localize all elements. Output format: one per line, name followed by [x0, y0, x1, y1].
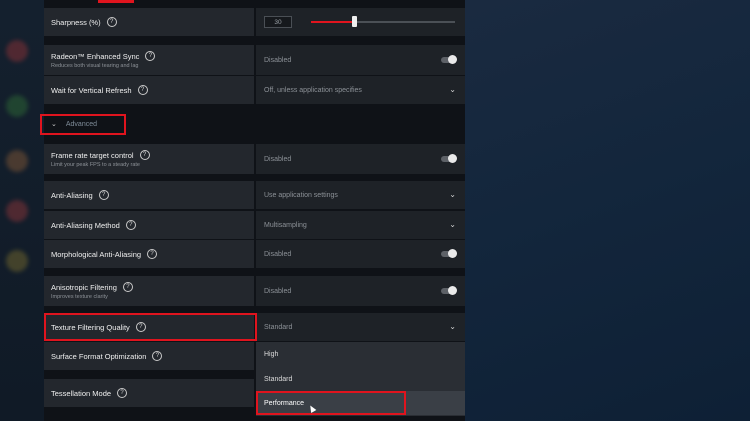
chevron-down-icon[interactable]: ⌄: [449, 86, 456, 94]
setting-row-morphological-aa: Morphological Anti-Aliasing? Disabled: [44, 240, 465, 268]
setting-row-frame-rate-target: Frame rate target control? Limit your pe…: [44, 144, 465, 174]
setting-description: Reduces both visual tearing and lag: [51, 63, 139, 69]
setting-label: Frame rate target control: [51, 150, 134, 160]
dropdown-option-high[interactable]: High: [256, 342, 465, 366]
help-icon[interactable]: ?: [145, 51, 156, 61]
setting-label: Sharpness (%): [51, 17, 101, 27]
setting-label: Anti-Aliasing Method: [51, 220, 120, 230]
chevron-down-icon[interactable]: ⌄: [449, 221, 456, 229]
help-icon[interactable]: ?: [139, 150, 150, 160]
enhanced-sync-toggle[interactable]: [441, 55, 457, 64]
setting-label: Radeon™ Enhanced Sync: [51, 51, 140, 61]
setting-row-aa-method[interactable]: Anti-Aliasing Method? Multisampling ⌄: [44, 211, 465, 239]
setting-row-anti-aliasing[interactable]: Anti-Aliasing? Use application settings ⌄: [44, 181, 465, 209]
setting-label: Tessellation Mode: [51, 388, 112, 398]
help-icon[interactable]: ?: [125, 220, 136, 230]
setting-label: Wait for Vertical Refresh: [51, 85, 132, 95]
morphological-aa-toggle[interactable]: [441, 249, 457, 258]
anisotropic-filtering-toggle[interactable]: [441, 286, 457, 295]
setting-label: Anti-Aliasing: [51, 190, 93, 200]
slider-thumb[interactable]: [352, 16, 358, 27]
setting-label: Morphological Anti-Aliasing: [51, 249, 142, 259]
chevron-down-icon[interactable]: ⌄: [449, 323, 456, 331]
help-icon[interactable]: ?: [137, 85, 148, 95]
setting-label: Anisotropic Filtering: [51, 282, 117, 292]
highlight-box: [44, 313, 257, 341]
help-icon[interactable]: ?: [106, 17, 117, 27]
setting-value: Multisampling: [264, 221, 307, 229]
blurred-icon: [6, 40, 28, 62]
highlight-box: [40, 114, 126, 135]
chevron-down-icon[interactable]: ⌄: [449, 191, 456, 199]
sharpness-slider[interactable]: [311, 16, 455, 27]
setting-row-sharpness: Sharpness (%)? 30: [44, 8, 465, 36]
left-sidebar-background: [0, 0, 44, 421]
help-icon[interactable]: ?: [117, 388, 128, 398]
setting-description: Limit your peak FPS to a steady rate: [51, 162, 140, 168]
setting-value: Off, unless application specifies: [264, 86, 362, 94]
blurred-icon: [6, 200, 28, 222]
dropdown-option-standard[interactable]: Standard: [256, 367, 465, 391]
setting-row-vertical-refresh[interactable]: Wait for Vertical Refresh? Off, unless a…: [44, 76, 465, 104]
setting-label: Surface Format Optimization: [51, 351, 147, 361]
blurred-icon: [6, 150, 28, 172]
desktop-background: [465, 0, 750, 421]
setting-description: Improves texture clarity: [51, 294, 108, 300]
setting-value: Use application settings: [264, 191, 338, 199]
help-icon[interactable]: ?: [152, 351, 163, 361]
slider-fill: [311, 21, 355, 23]
blurred-icon: [6, 250, 28, 272]
setting-value: Disabled: [264, 250, 292, 258]
help-icon[interactable]: ?: [98, 190, 109, 200]
setting-value: Disabled: [264, 56, 292, 64]
active-tab-indicator: [98, 0, 134, 3]
sharpness-input[interactable]: 30: [264, 16, 292, 28]
setting-row-enhanced-sync: Radeon™ Enhanced Sync? Reduces both visu…: [44, 45, 465, 75]
setting-row-anisotropic-filtering: Anisotropic Filtering? Improves texture …: [44, 276, 465, 306]
blurred-icon: [6, 95, 28, 117]
setting-value: Disabled: [264, 155, 292, 163]
help-icon[interactable]: ?: [122, 282, 133, 292]
setting-value: Disabled: [264, 287, 292, 295]
frame-rate-target-toggle[interactable]: [441, 154, 457, 163]
highlight-box: [256, 391, 406, 415]
setting-value: Standard: [264, 323, 293, 331]
help-icon[interactable]: ?: [147, 249, 158, 259]
